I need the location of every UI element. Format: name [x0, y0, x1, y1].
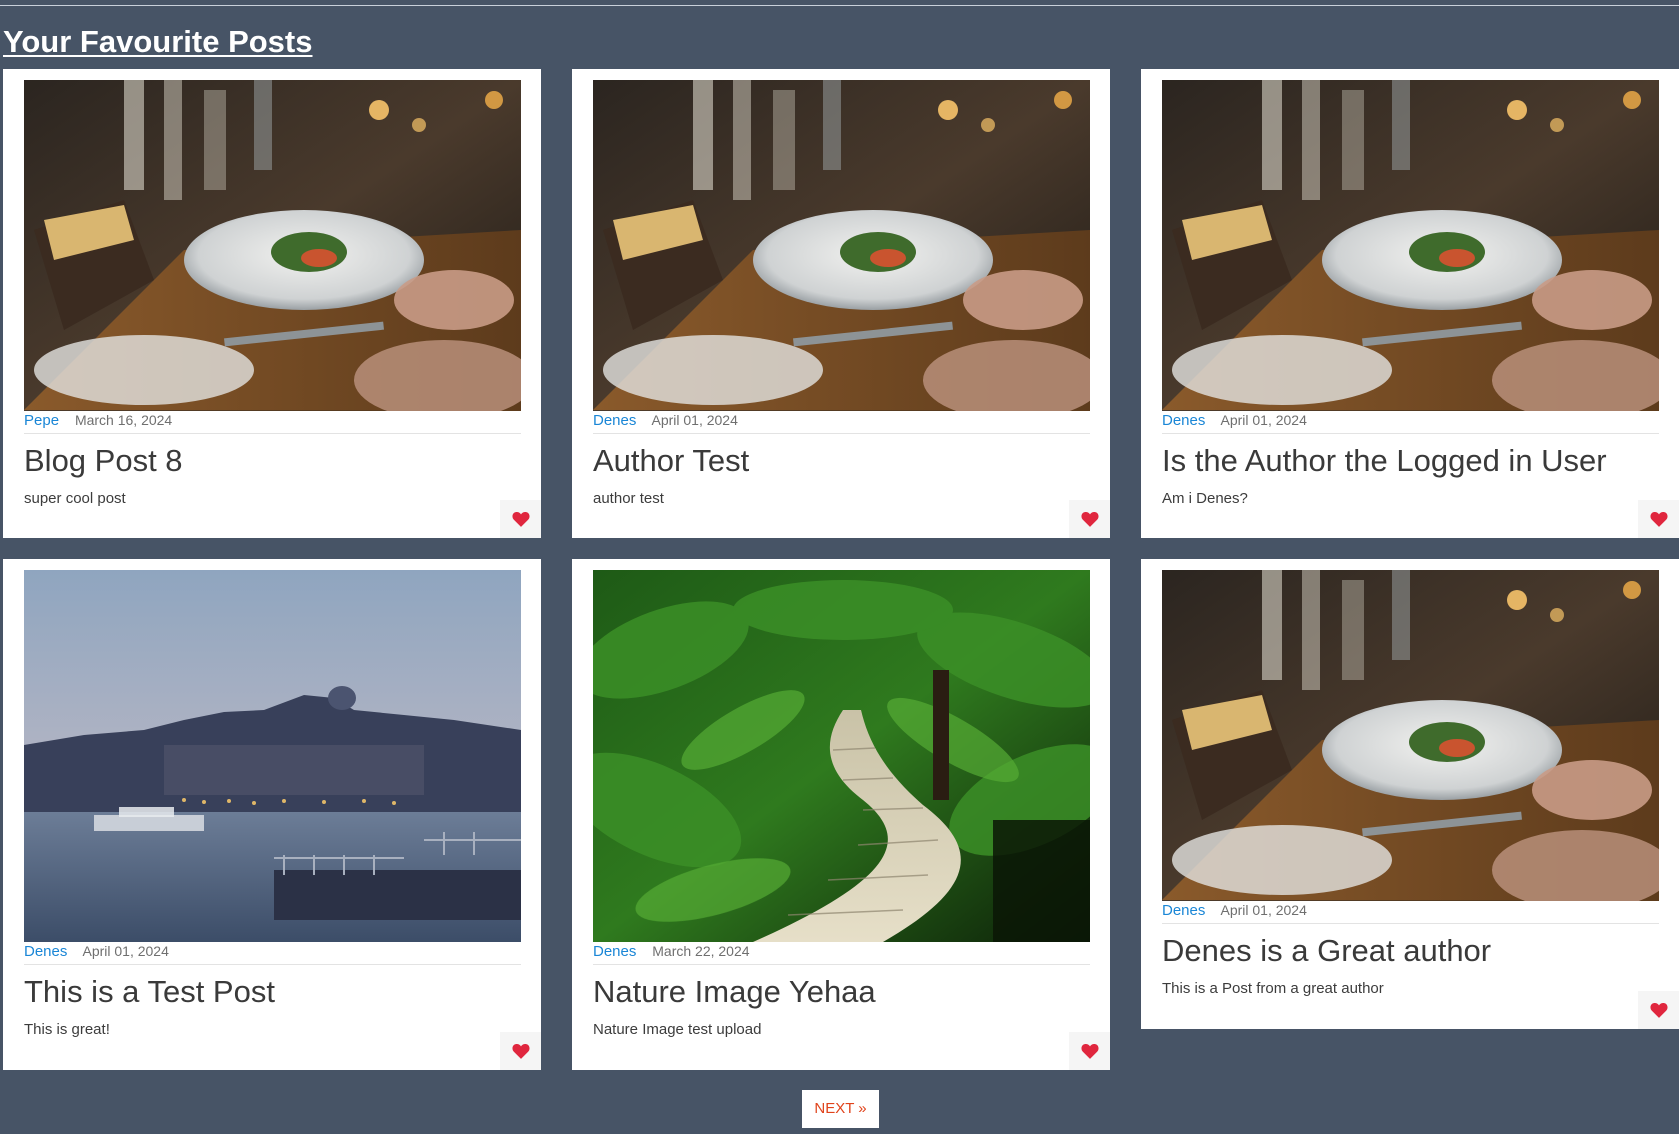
post-image[interactable] — [593, 80, 1090, 411]
heart-icon — [1080, 1043, 1099, 1059]
page-title: Your Favourite Posts — [3, 24, 313, 59]
post-date: April 01, 2024 — [651, 412, 738, 428]
post-meta: Pepe March 16, 2024 — [24, 409, 521, 434]
post-card[interactable]: Denes April 01, 2024 Is the Author the L… — [1141, 69, 1679, 538]
post-description: author test — [593, 490, 664, 507]
post-title[interactable]: This is a Test Post — [24, 972, 275, 1012]
heart-icon — [1080, 511, 1099, 527]
post-meta: Denes March 22, 2024 — [593, 940, 1090, 965]
post-card[interactable]: Denes April 01, 2024 This is a Test Post… — [3, 559, 541, 1070]
post-title[interactable]: Denes is a Great author — [1162, 931, 1491, 971]
heart-icon — [511, 1043, 530, 1059]
post-date: April 01, 2024 — [82, 943, 169, 959]
post-author-link[interactable]: Pepe — [24, 412, 59, 429]
post-card[interactable]: Denes March 22, 2024 Nature Image Yehaa … — [572, 559, 1110, 1070]
post-card[interactable]: Denes April 01, 2024 Author Test author … — [572, 69, 1110, 538]
forest-path-photo — [593, 570, 1090, 942]
next-page-button[interactable]: NEXT » — [802, 1090, 879, 1128]
restaurant-photo — [1162, 80, 1659, 411]
favourite-button[interactable] — [500, 1032, 541, 1070]
post-image[interactable] — [24, 570, 521, 942]
favourite-button[interactable] — [500, 500, 541, 538]
heart-icon — [1649, 511, 1668, 527]
post-author-link[interactable]: Denes — [1162, 902, 1205, 919]
post-description: Nature Image test upload — [593, 1021, 762, 1038]
post-meta: Denes April 01, 2024 — [24, 940, 521, 965]
favourite-button[interactable] — [1638, 500, 1679, 538]
post-author-link[interactable]: Denes — [24, 943, 67, 960]
post-author-link[interactable]: Denes — [593, 943, 636, 960]
post-title[interactable]: Nature Image Yehaa — [593, 972, 876, 1012]
heart-icon — [511, 511, 530, 527]
post-image[interactable] — [1162, 80, 1659, 411]
post-description: super cool post — [24, 490, 126, 507]
city-river-photo — [24, 570, 521, 942]
post-description: Am i Denes? — [1162, 490, 1248, 507]
post-date: March 16, 2024 — [74, 412, 173, 428]
post-meta: Denes April 01, 2024 — [1162, 409, 1659, 434]
post-author-link[interactable]: Denes — [593, 412, 636, 429]
post-card[interactable]: Pepe March 16, 2024 Blog Post 8 super co… — [3, 69, 541, 538]
post-card[interactable]: Denes April 01, 2024 Denes is a Great au… — [1141, 559, 1679, 1029]
post-image[interactable] — [24, 80, 521, 411]
post-date: April 01, 2024 — [1220, 902, 1307, 918]
post-title[interactable]: Is the Author the Logged in User — [1162, 441, 1607, 481]
post-image[interactable] — [1162, 570, 1659, 901]
post-date: April 01, 2024 — [1220, 412, 1307, 428]
favourite-button[interactable] — [1638, 991, 1679, 1029]
post-description: This is great! — [24, 1021, 110, 1038]
favourite-button[interactable] — [1069, 500, 1110, 538]
favourite-button[interactable] — [1069, 1032, 1110, 1070]
post-description: This is a Post from a great author — [1162, 980, 1384, 997]
post-author-link[interactable]: Denes — [1162, 412, 1205, 429]
post-meta: Denes April 01, 2024 — [593, 409, 1090, 434]
post-meta: Denes April 01, 2024 — [1162, 899, 1659, 924]
heart-icon — [1649, 1002, 1668, 1018]
post-date: March 22, 2024 — [652, 943, 750, 959]
restaurant-photo — [24, 80, 521, 411]
post-title[interactable]: Author Test — [593, 441, 749, 481]
post-image[interactable] — [593, 570, 1090, 942]
restaurant-photo — [1162, 570, 1659, 901]
top-divider — [0, 5, 1679, 6]
restaurant-photo — [593, 80, 1090, 411]
post-title[interactable]: Blog Post 8 — [24, 441, 183, 481]
